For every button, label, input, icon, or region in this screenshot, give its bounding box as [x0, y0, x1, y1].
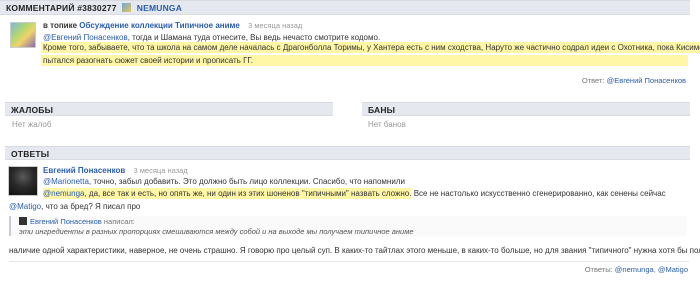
comment-header-bar: КОММЕНТАРИЙ #3830277 NEMUNGA: [0, 0, 690, 15]
answer-line-3: @Matigo, что за бред? Я писал про: [9, 202, 140, 211]
mention-nemunga-link[interactable]: @nemunga: [43, 189, 84, 198]
bans-title: БАНЫ: [368, 105, 396, 115]
comment-line-2: Кроме того, забываете, что та школа на с…: [41, 42, 700, 53]
answers-bar: ОТВЕТЫ: [5, 146, 690, 160]
quote-header: Евгений Понасенков написал:: [19, 217, 135, 226]
header-username-link[interactable]: NEMUNGA: [137, 3, 182, 13]
complaints-title: ЖАЛОБЫ: [11, 105, 54, 115]
comment-reply-row: Ответ: @Евгений Понасенков: [582, 76, 686, 85]
answer-text-1: , точно, забыл добавить. Это должно быть…: [88, 177, 405, 186]
mention-marionetta-link[interactable]: @Marionetta: [43, 177, 89, 186]
comment-highlight-1: Кроме того, забываете, что та школа на с…: [41, 42, 700, 53]
answer-meta: Евгений Понасенков 3 месяца назад: [43, 166, 188, 175]
comment-number: КОММЕНТАРИЙ #3830277: [6, 3, 117, 13]
topic-link[interactable]: Обсуждение коллекции Типичное аниме: [79, 21, 240, 30]
quote-wrote-label: написал:: [103, 217, 135, 226]
answer-line-2: @nemunga, да, все так и есть, но опять ж…: [43, 188, 666, 199]
answer-author-link[interactable]: Евгений Понасенков: [43, 166, 125, 175]
reply-separator: ,: [653, 265, 656, 274]
comment-line-3: пытался разогнать сюжет своей истории и …: [41, 55, 688, 66]
comment-line-1: @Евгений Понасенков, тогда и Шамана туда…: [43, 33, 380, 42]
comment-meta: в топике Обсуждение коллекции Типичное а…: [43, 21, 302, 30]
complaints-bar: ЖАЛОБЫ: [5, 102, 333, 116]
reply-nemunga-link[interactable]: @nemunga: [615, 265, 654, 274]
answer-divider: [9, 261, 689, 262]
answers-title: ОТВЕТЫ: [11, 149, 50, 159]
answer-highlight: , да, все так и есть, но опять же, ни од…: [84, 189, 412, 198]
topic-prefix: в топике: [43, 21, 78, 30]
comment-highlight-2: пытался разогнать сюжет своей истории и …: [41, 55, 688, 66]
quote-author-avatar: [19, 217, 27, 225]
answer-text-3: , что за бред? Я писал про: [41, 202, 141, 211]
answer-text-2: Все не настолько искусственно сгенериров…: [411, 189, 666, 198]
quote-author-link[interactable]: Евгений Понасенков: [30, 217, 102, 226]
quote-block: Евгений Понасенков написал: эти ингредие…: [9, 216, 687, 236]
answer-line-1: @Marionetta, точно, забыл добавить. Это …: [43, 177, 405, 186]
mention-matigo-link[interactable]: @Matigo: [9, 202, 41, 211]
answer-author-avatar[interactable]: [8, 166, 38, 196]
replies-label: Ответы:: [584, 265, 613, 274]
complaints-empty: Нет жалоб: [12, 120, 52, 129]
bans-bar: БАНЫ: [362, 102, 690, 116]
reply-user-link[interactable]: @Евгений Понасенков: [607, 76, 686, 85]
answer-replies-row: Ответы: @nemunga, @Matigo: [585, 265, 688, 274]
reply-label: Ответ:: [581, 76, 605, 85]
answer-time: 3 месяца назад: [133, 166, 188, 175]
topic-avatar[interactable]: [10, 22, 36, 48]
quote-text: эти ингредиенты в разных пропорциях смеш…: [19, 227, 414, 236]
bans-empty: Нет банов: [368, 120, 406, 129]
mention-link[interactable]: @Евгений Понасенков: [43, 33, 128, 42]
answer-line-4: наличие одной характеристики, наверное, …: [9, 246, 700, 255]
user-avatar-icon: [122, 3, 132, 12]
comment-header-title: КОММЕНТАРИЙ #3830277 NEMUNGA: [6, 3, 182, 13]
comment-time: 3 месяца назад: [248, 21, 303, 30]
comment-text-1: , тогда и Шамана туда отнесите, Вы ведь …: [127, 33, 381, 42]
reply-matigo-link[interactable]: @Matigo: [658, 265, 688, 274]
